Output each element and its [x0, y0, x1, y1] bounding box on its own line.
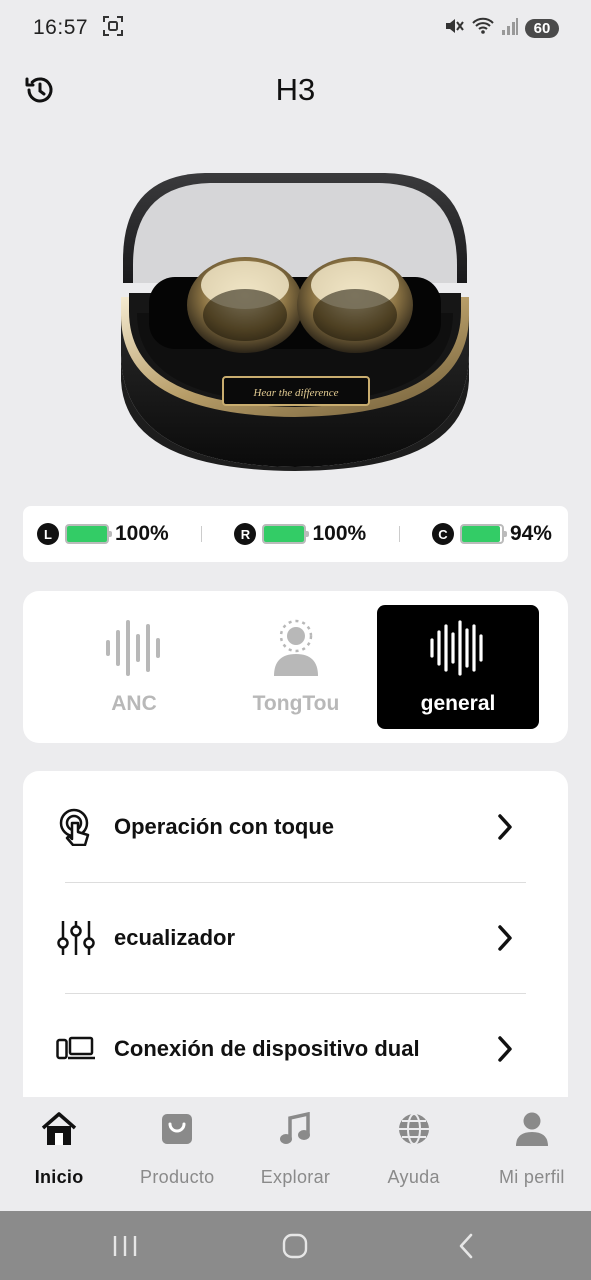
menu-label-touch: Operación con toque [114, 813, 335, 839]
right-badge: R [234, 523, 257, 545]
battery-case-text: 94% [509, 522, 552, 545]
battery-right-bar [262, 524, 310, 544]
sound-mode-card: ANC TongTou general [23, 591, 568, 743]
sound-wave-dense-icon [430, 620, 483, 676]
menu-item-dual-device[interactable]: Conexión de dispositivo dual [23, 993, 568, 1101]
battery-case-bar [459, 524, 507, 544]
header: H3 [0, 62, 591, 118]
nav-item-explorar[interactable]: Explorar [236, 1109, 354, 1188]
battery-right: R 100% [234, 522, 366, 546]
mode-general-label: general [420, 692, 496, 715]
left-badge: L [37, 523, 59, 545]
nav-label-explorar: Explorar [260, 1167, 331, 1187]
nav-item-perfil[interactable]: Mi perfil [473, 1109, 591, 1188]
mode-tongtou-label: TongTou [252, 692, 340, 715]
status-left: 16:57 [33, 15, 124, 42]
battery-right-text: 100% [312, 522, 367, 545]
chevron-right-icon [490, 812, 520, 842]
nav-item-producto[interactable]: Producto [118, 1109, 236, 1188]
status-right: 60 [443, 15, 559, 42]
shopping-bag-icon [157, 1109, 197, 1149]
divider [201, 526, 203, 542]
recent-apps-button[interactable] [95, 1226, 155, 1266]
nav-label-producto: Producto [140, 1167, 215, 1187]
home-icon [39, 1109, 79, 1149]
mode-tongtou-button[interactable]: TongTou [215, 605, 377, 729]
case-badge: C [431, 523, 454, 545]
system-nav-bar [0, 1211, 591, 1280]
nav-label-ayuda: Ayuda [387, 1167, 440, 1187]
battery-case: C 94% [431, 522, 552, 546]
status-bar: 16:57 60 [0, 0, 591, 56]
settings-menu: Operación con toque ecualizador Conexión… [23, 771, 568, 1101]
battery-left-bar [65, 524, 112, 544]
battery-left: L 100% [37, 522, 169, 546]
bottom-nav: Inicio Producto Explorar Ayuda Mi perfil [0, 1097, 591, 1211]
divider [398, 526, 400, 542]
chevron-right-icon [490, 923, 520, 953]
status-time: 16:57 [33, 16, 89, 39]
mode-general-button[interactable]: general [377, 605, 539, 729]
dual-device-icon [56, 1029, 96, 1069]
globe-icon [394, 1109, 434, 1149]
nav-label-inicio: Inicio [34, 1167, 84, 1187]
battery-left-text: 100% [115, 522, 169, 545]
sound-wave-icon [106, 620, 160, 676]
nav-item-ayuda[interactable]: Ayuda [355, 1109, 473, 1188]
menu-item-touch[interactable]: Operación con toque [23, 771, 568, 882]
mode-anc-label: ANC [111, 692, 157, 715]
history-button[interactable] [22, 72, 58, 108]
mute-icon [443, 15, 465, 42]
equalizer-icon [56, 918, 96, 958]
menu-label-equalizer: ecualizador [114, 924, 236, 950]
page-title: H3 [275, 72, 316, 107]
nameplate-text: Hear the difference [252, 387, 338, 399]
chevron-right-icon [490, 1034, 520, 1064]
back-button[interactable] [436, 1226, 496, 1266]
product-image: Hear the difference [115, 165, 475, 475]
music-note-icon [275, 1109, 315, 1149]
signal-icon [501, 15, 519, 42]
menu-label-dual-device: Conexión de dispositivo dual [114, 1035, 420, 1061]
battery-card: L 100% R 100% C 94% [23, 506, 568, 562]
nav-item-inicio[interactable]: Inicio [0, 1109, 118, 1188]
mode-anc-button[interactable]: ANC [53, 605, 215, 729]
home-system-button[interactable] [265, 1226, 325, 1266]
nav-label-perfil: Mi perfil [498, 1167, 565, 1187]
back-icon [459, 1233, 473, 1258]
ambient-person-icon [274, 619, 318, 676]
person-icon [512, 1109, 552, 1149]
menu-item-equalizer[interactable]: ecualizador [23, 882, 568, 993]
touch-icon [56, 807, 96, 847]
battery-indicator: 60 [525, 18, 559, 38]
history-icon [25, 77, 53, 103]
home-circle-icon [283, 1233, 308, 1258]
recent-apps-icon [113, 1235, 137, 1256]
wifi-icon [471, 15, 495, 42]
screenshot-icon [102, 15, 124, 42]
